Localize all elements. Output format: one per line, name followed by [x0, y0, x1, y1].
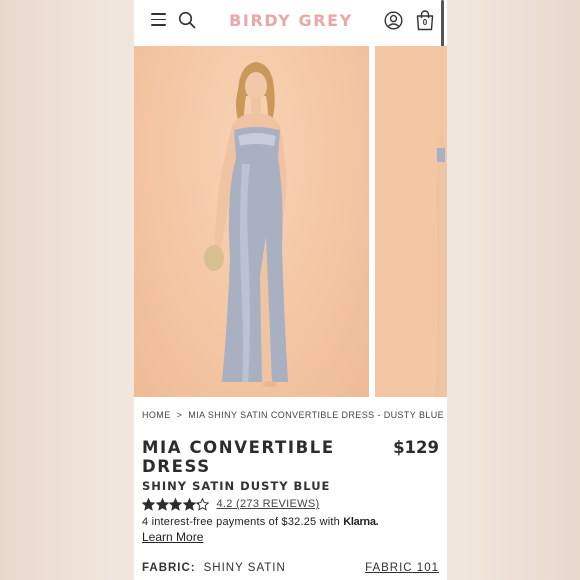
product-image-gallery[interactable] — [134, 46, 447, 397]
hamburger-menu-icon[interactable] — [151, 13, 166, 26]
star-icon — [169, 497, 182, 511]
star-icon — [142, 497, 155, 511]
klarna-logo: Klarna. — [343, 516, 379, 528]
installments-description: 4 interest-free payments of $32.25 with — [142, 516, 340, 528]
product-subtitle: SHINY SATIN DUSTY BLUE — [142, 479, 331, 493]
next-image-preview — [435, 126, 447, 397]
bag-count-badge: 0 — [422, 18, 428, 27]
product-page: BIRDY GREY 0 HOME > MIA SHINY SATIN CONV… — [134, 0, 447, 580]
fabric-101-link[interactable]: FABRIC 101 — [365, 562, 439, 574]
site-header: BIRDY GREY 0 — [134, 0, 447, 62]
star-icon — [196, 497, 209, 511]
fabric-label: FABRIC: — [142, 562, 196, 574]
fabric-row: FABRIC: SHINY SATIN FABRIC 101 — [142, 562, 439, 574]
learn-more-link[interactable]: Learn More — [142, 530, 203, 544]
brand-logo[interactable]: BIRDY GREY — [229, 11, 353, 30]
account-icon[interactable] — [384, 11, 403, 30]
breadcrumb-current: MIA SHINY SATIN CONVERTIBLE DRESS - DUST… — [188, 410, 445, 420]
rating-row: 4.2 (273 REVIEWS) — [142, 496, 319, 512]
breadcrumb-home-link[interactable]: HOME — [142, 410, 171, 420]
installments-text: 4 interest-free payments of $32.25 with … — [142, 516, 379, 528]
breadcrumb: HOME > MIA SHINY SATIN CONVERTIBLE DRESS -… — [142, 410, 444, 420]
star-rating[interactable] — [142, 497, 210, 511]
model-in-dress-image — [204, 62, 288, 387]
search-icon[interactable] — [178, 11, 196, 29]
reviews-link[interactable]: 4.2 (273 REVIEWS) — [217, 498, 320, 510]
star-icon — [182, 497, 196, 511]
product-image-main[interactable] — [134, 46, 369, 397]
breadcrumb-separator: > — [176, 410, 183, 420]
product-image-next[interactable] — [375, 46, 447, 397]
product-price: $129 — [393, 438, 439, 457]
product-title: MIA CONVERTIBLE DRESS — [142, 438, 335, 476]
star-icon — [155, 497, 169, 511]
shopping-bag-button[interactable]: 0 — [415, 10, 435, 31]
fabric-value: SHINY SATIN — [203, 562, 286, 574]
